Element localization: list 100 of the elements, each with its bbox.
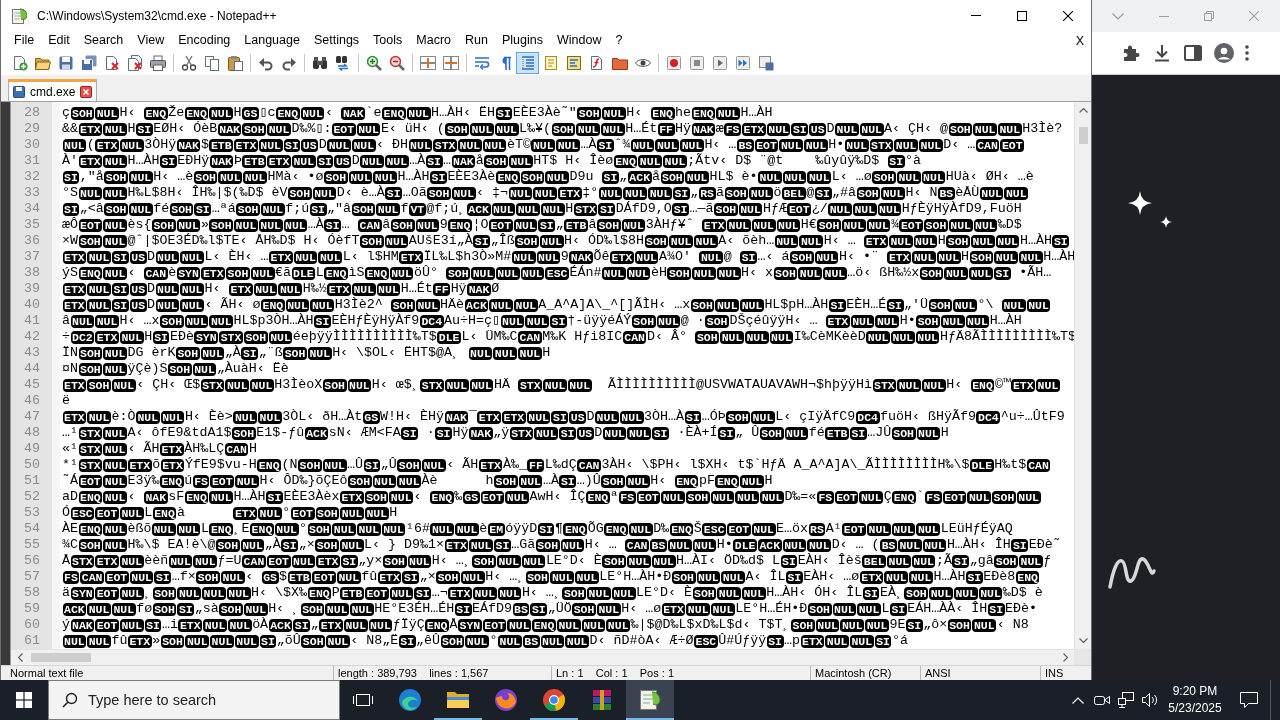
control-char: SOH (300, 602, 325, 616)
indent-guide-button[interactable] (516, 51, 539, 74)
download-icon[interactable] (1152, 43, 1172, 63)
control-char: SI (887, 154, 905, 168)
code-text: ¯ (468, 409, 477, 424)
avatar-icon[interactable] (1214, 43, 1234, 63)
file-tab[interactable]: cmd.exe (8, 79, 98, 101)
code-text: H‰t$ (994, 457, 1027, 472)
code-text: · (425, 425, 435, 440)
code-text: ÷ (62, 329, 70, 344)
control-char: NUL (261, 202, 285, 216)
code-text: …ö‹ ßH‰½x (847, 265, 920, 280)
menu-item[interactable]: Macro (409, 31, 459, 50)
code-text: â (62, 313, 70, 328)
code-text: óÿÿD (505, 521, 538, 536)
code-text: H…ÀH (1019, 233, 1052, 248)
control-char: NUL (356, 122, 381, 136)
control-char: SI (177, 602, 195, 616)
scrollbar-thumb[interactable] (31, 653, 91, 662)
code-text: ‹ N8„Ë (350, 633, 399, 648)
code-text: H‹ œ$¸ (371, 377, 420, 392)
menu-item[interactable]: Plugins (494, 31, 550, 50)
control-char: NUL (381, 522, 406, 536)
taskbar-app-button[interactable] (626, 680, 674, 720)
control-char: EOT (210, 474, 235, 488)
menu-item[interactable]: Run (458, 31, 495, 50)
control-char: NUL (840, 618, 865, 632)
control-char: NUL (508, 186, 533, 200)
control-char: GS (242, 106, 259, 120)
control-char: NUL (680, 138, 704, 152)
control-char: SI (559, 474, 577, 488)
control-char: SOH (791, 618, 815, 632)
menu-item[interactable]: Tools (366, 31, 410, 50)
editor-pane[interactable] (11, 102, 1074, 649)
segmented-circle-icon (542, 688, 566, 712)
chevron-left-icon[interactable] (18, 653, 23, 662)
speaker-icon[interactable] (1142, 693, 1158, 707)
puzzle-piece-icon[interactable] (1121, 43, 1141, 63)
menu-icon[interactable] (1245, 45, 1249, 61)
clock-date[interactable]: 5/23/2025 (1168, 700, 1222, 717)
code-text: I‰CèMKèèD (793, 329, 866, 344)
menu-item[interactable]: ? (608, 31, 630, 50)
control-char: EOT (1000, 138, 1025, 152)
menu-item[interactable]: Window (549, 31, 609, 50)
code-text: H‰½ (302, 281, 327, 296)
control-char: SOH (169, 202, 194, 216)
control-char: ENQ (669, 522, 694, 536)
code-text: LE°H…ÀH•Ð (599, 569, 672, 584)
control-char: NUL (87, 634, 111, 648)
control-char: GS (462, 490, 480, 504)
control-char: SI (152, 330, 170, 344)
control-char: NUL (129, 202, 153, 216)
side-by-side-panes-icon (442, 54, 459, 71)
code-text: „êÛ (416, 633, 441, 648)
menu-item[interactable]: Language (237, 31, 307, 50)
control-char: SOH (484, 154, 508, 168)
camera-icon[interactable] (1094, 693, 1110, 707)
control-char: NUL (971, 234, 995, 248)
control-char: US (569, 410, 587, 424)
control-char: ETX (269, 250, 293, 264)
close-icon[interactable] (80, 85, 93, 98)
code-text: 9 (560, 249, 569, 264)
control-char: ETX (477, 410, 502, 424)
chevron-down-icon[interactable] (1078, 638, 1088, 643)
chevron-right-icon[interactable] (1063, 653, 1068, 662)
control-char: NUL (587, 586, 611, 600)
control-char: NUL (489, 298, 514, 312)
control-char: NUL (209, 314, 234, 328)
vertical-scrollbar[interactable] (1074, 102, 1091, 649)
menu-item[interactable]: Edit (41, 31, 77, 50)
control-char: FS (192, 474, 210, 488)
menu-item[interactable]: Encoding (171, 31, 238, 50)
notification-icon[interactable] (1240, 692, 1258, 708)
two-pages-icon (203, 54, 220, 71)
close-document-button[interactable]: X (1071, 31, 1088, 50)
code-text: H• (828, 137, 845, 152)
control-char: ETX (178, 618, 203, 632)
menu-item[interactable]: Settings (306, 31, 367, 50)
network-icon[interactable] (1118, 692, 1134, 708)
control-char: NUL (1004, 186, 1029, 200)
code-text: Hÿ (675, 121, 691, 136)
code-text: ‰ (454, 489, 463, 504)
pages-cross-icon (126, 54, 143, 71)
scrollbar-thumb[interactable] (1078, 127, 1088, 144)
menu-item[interactable]: File (7, 31, 42, 50)
code-text: ‹ (413, 489, 423, 504)
control-char: EOT (78, 218, 103, 232)
clock-time[interactable]: 9:20 PM (1172, 683, 1218, 700)
control-char: NUL (258, 506, 282, 520)
code-text: „ô× (923, 617, 948, 632)
control-char: DLE (437, 330, 462, 344)
menu-item[interactable]: View (130, 31, 172, 50)
search-field[interactable]: Type here to search (48, 680, 340, 720)
menu-item[interactable]: Search (76, 31, 131, 50)
code-text: ‰D$ è (1002, 585, 1043, 600)
horizontal-scrollbar[interactable] (11, 649, 1074, 665)
side-panel-icon[interactable] (1183, 43, 1203, 63)
code-text: ès{ (127, 217, 152, 232)
code-text: „sà (194, 601, 219, 616)
control-char: ETX (95, 554, 119, 568)
